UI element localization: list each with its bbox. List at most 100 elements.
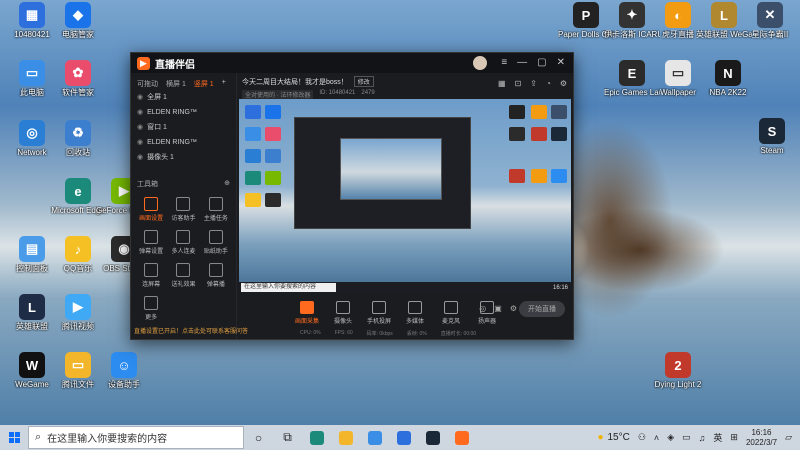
desktop-icon-wallpaper[interactable]: ▭ Wallpaper — [650, 60, 706, 98]
scene-item[interactable]: ◉ 全屏 1 — [131, 89, 236, 105]
clip-icon[interactable]: ▣ — [494, 304, 502, 313]
microphone-icon — [444, 301, 458, 314]
scene-item[interactable]: ◉ 摄像头 1 — [131, 149, 236, 165]
scene-item[interactable]: ◉ 窗口 1 — [131, 119, 236, 135]
app-titlebar[interactable]: ▶ 直播伴侣 ≡ — ▢ ✕ — [131, 53, 573, 73]
settings-icon[interactable]: ⚙ — [560, 79, 567, 88]
taskbar-explorer[interactable] — [331, 425, 360, 450]
desktop-icon-software-manager[interactable]: ✿ 软件管家 — [50, 60, 106, 98]
edit-title-button[interactable]: 修改 — [353, 76, 374, 87]
grid-icon[interactable]: ▦ — [498, 79, 506, 88]
weather-widget[interactable]: ● 15°C — [597, 432, 629, 443]
search-input[interactable]: ⌕ 在这里输入你要搜索的内容 — [28, 426, 244, 449]
avatar[interactable] — [473, 56, 487, 70]
taskbar-steam[interactable] — [418, 425, 447, 450]
wegame-icon: W — [19, 352, 45, 378]
desktop-icon-nba2k22[interactable]: N NBA 2K22 — [700, 60, 756, 98]
desktop-icon-tencent-video[interactable]: ▶ 腾讯视频 — [50, 294, 106, 332]
mail-icon — [396, 430, 411, 445]
file-icon: ▭ — [665, 60, 691, 86]
desktop-icon-recycle-bin[interactable]: ♻ 回收站 — [50, 120, 106, 158]
clock[interactable]: 16:16 2022/3/7 — [746, 428, 777, 448]
tool-item[interactable]: 连屏幕 — [135, 263, 167, 288]
volume-icon[interactable]: ♫ — [699, 433, 706, 443]
taskbar-edge[interactable] — [302, 425, 331, 450]
media-button[interactable]: 多媒体 — [402, 297, 428, 325]
share-icon[interactable]: ⇪ — [530, 79, 537, 88]
tool-item[interactable]: 弹幕设置 — [135, 230, 167, 255]
streaming-app-window[interactable]: ▶ 直播伴侣 ≡ — ▢ ✕ 可拖动 横屏 1 竖屏 1 + ◉ 全屏 1 ◉ EL… — [130, 52, 574, 340]
tool-item[interactable]: 画面设置 — [135, 197, 167, 222]
tool-item[interactable]: 主播任务 — [200, 197, 232, 222]
eye-icon[interactable]: ◉ — [137, 138, 143, 146]
desktop-icon-starcraft[interactable]: ✕ 星际争霸II — [742, 2, 798, 40]
eye-icon[interactable]: ◉ — [137, 123, 143, 131]
bell-icon[interactable]: ◔ — [546, 79, 551, 88]
tool-item[interactable]: 多人连麦 — [167, 230, 199, 255]
play-icon: ▶ — [65, 294, 91, 320]
tool-item[interactable]: 访客助手 — [167, 197, 199, 222]
sun-icon: ● — [597, 432, 604, 443]
start-live-button[interactable]: 开始直播 — [519, 301, 565, 317]
desktop-icon-dying-light-2[interactable]: 2 Dying Light 2 — [650, 352, 706, 390]
eye-icon[interactable]: ◉ — [137, 153, 143, 161]
steam-icon — [425, 430, 440, 445]
tab-portrait[interactable]: 竖屏 1 — [194, 79, 214, 89]
start-button[interactable] — [0, 425, 28, 450]
tool-icon — [144, 263, 159, 277]
huya-icon: ◐ — [665, 2, 691, 28]
control-panel-icon: ▤ — [19, 236, 45, 262]
tab-draggable[interactable]: 可拖动 — [137, 79, 158, 89]
add-scene-button[interactable]: + — [222, 79, 226, 89]
tab-landscape[interactable]: 横屏 1 — [166, 79, 186, 89]
notification-icon[interactable]: ▱ — [785, 432, 792, 443]
maximize-icon[interactable]: ▢ — [537, 57, 546, 68]
screen-capture-button[interactable]: 画面采集 — [294, 297, 320, 325]
cortana-icon[interactable]: ○ — [244, 425, 273, 450]
tool-item[interactable]: 贴纸助手 — [200, 230, 232, 255]
desktop-icon-steam[interactable]: S Steam — [744, 118, 800, 156]
taskbar-live-companion[interactable] — [447, 425, 476, 450]
eye-icon[interactable]: ◉ — [137, 108, 143, 116]
preview-thumb — [531, 105, 547, 119]
windows-logo-icon — [8, 432, 20, 443]
tool-item[interactable]: 弹幕播 — [200, 263, 232, 288]
keyboard-icon[interactable]: ⊞ — [730, 432, 738, 443]
eye-icon[interactable]: ◉ — [137, 93, 143, 101]
phone-cast-button[interactable]: 手机投屏 — [366, 297, 392, 325]
scene-item[interactable]: ◉ ELDEN RING™ — [131, 105, 236, 119]
taskbar: ⌕ 在这里输入你要搜索的内容 ○ ⧉ ● 15°C ⚇ ˄ ◈ ▭ ♫ 英 ⊞ … — [0, 425, 800, 450]
preview-thumb — [509, 105, 525, 119]
person-icon[interactable]: ⚇ — [638, 432, 646, 443]
taskbar-store[interactable] — [360, 425, 389, 450]
menu-icon[interactable]: ≡ — [501, 57, 507, 68]
scene-item[interactable]: ◉ ELDEN RING™ — [131, 135, 236, 149]
search-placeholder: 在这里输入你要搜索的内容 — [47, 434, 168, 445]
desktop-icon-pc-manager[interactable]: ◆ 电脑管家 — [50, 2, 106, 40]
ime-indicator[interactable]: 英 — [713, 431, 722, 444]
room-tag[interactable]: 全对使用的 · 法环修改器 — [242, 90, 314, 99]
task-view-icon[interactable]: ⧉ — [273, 425, 302, 450]
tool-item[interactable]: 送礼效果 — [167, 263, 199, 288]
tool-icon — [144, 296, 159, 310]
minimize-icon[interactable]: — — [517, 57, 527, 68]
microphone-button[interactable]: 麦克风 — [438, 297, 464, 325]
stream-preview[interactable]: 在这里输入你要搜索的内容 16:16 — [239, 99, 571, 293]
lock-icon[interactable]: ⊡ — [515, 79, 522, 88]
gear-icon[interactable]: ⚙ — [510, 304, 517, 313]
room-id: ID: 10480421 — [319, 90, 356, 96]
status-notice[interactable]: 直播设置已开启！点击此处可联系客服问答 — [134, 326, 248, 335]
expand-icon[interactable]: ⊕ — [224, 179, 230, 189]
nested-preview-window — [294, 117, 471, 229]
shield-icon[interactable]: ◈ — [667, 432, 674, 443]
desktop-icon-device-assistant[interactable]: ☺ 设备助手 — [96, 352, 152, 390]
up-arrow-icon[interactable]: ˄ — [654, 433, 659, 443]
network-icon[interactable]: ▭ — [682, 432, 691, 443]
preview-thumb — [551, 169, 567, 183]
camera-button[interactable]: 摄像头 — [330, 297, 356, 325]
app-icon: ▦ — [19, 2, 45, 28]
tool-item[interactable]: 更多 — [135, 296, 167, 321]
close-icon[interactable]: ✕ — [557, 57, 565, 68]
taskbar-mail[interactable] — [389, 425, 418, 450]
record-icon[interactable]: ◎ — [479, 304, 486, 313]
